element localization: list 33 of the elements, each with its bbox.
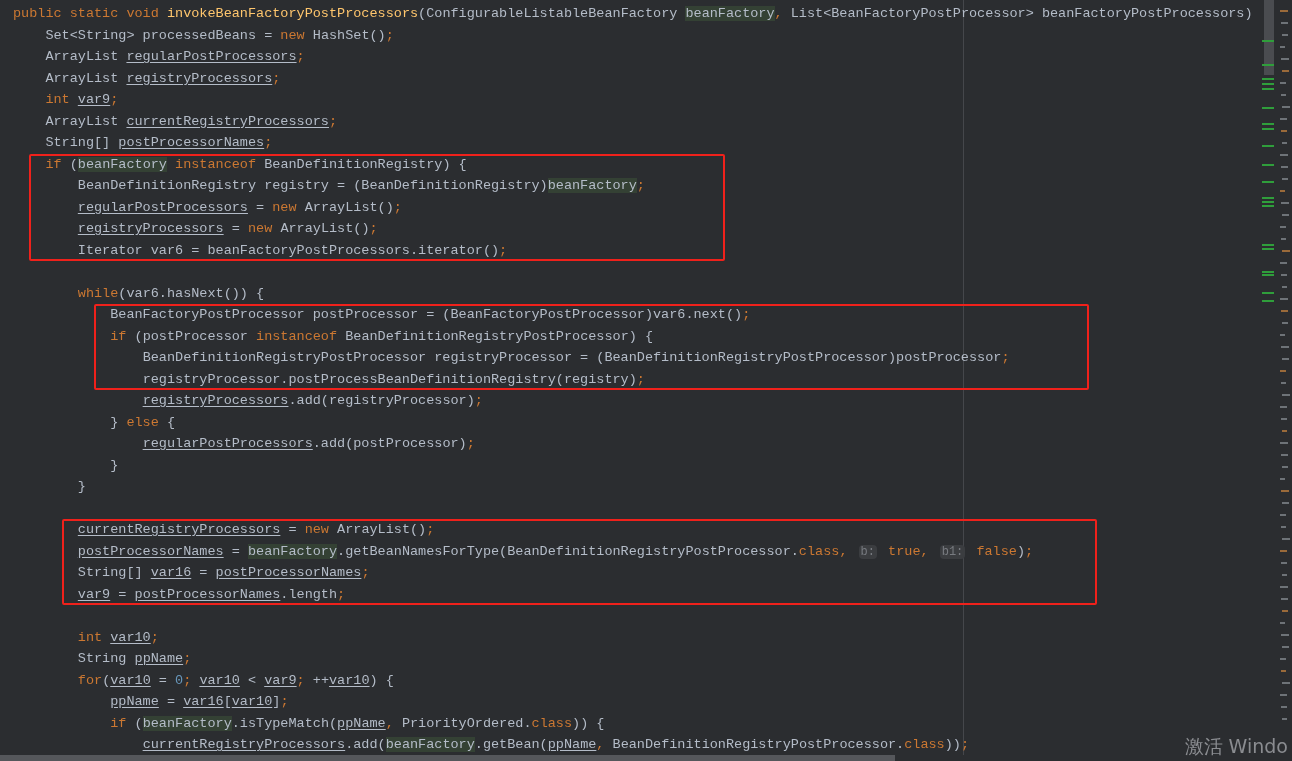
- code-line: for(var10 = 0; var10 < var9; ++var10) {: [76, 671, 394, 690]
- code-line: ArrayList registryProcessors;: [44, 69, 281, 88]
- code-line: regularPostProcessors.add(postProcessor);: [141, 435, 475, 453]
- code-line: while(var6.hasNext()) {: [76, 284, 265, 303]
- code-line: ArrayList regularPostProcessors;: [44, 48, 305, 66]
- code-line: registryProcessors = new ArrayList();: [76, 220, 378, 238]
- code-line: if (postProcessor instanceof BeanDefinitionRegistryPostProcessor) {: [109, 327, 654, 346]
- code-line: } else {: [109, 413, 176, 432]
- code-line: BeanDefinitionRegistryPostProcessor registryProcessor = (BeanDefinitionRegistryPostProcessor)postProcessor;: [141, 349, 1010, 367]
- code-line: ArrayList currentRegistryProcessors;: [44, 112, 338, 131]
- code-line: if (beanFactory.isTypeMatch(ppName, PriorityOrdered.class)) {: [109, 714, 605, 733]
- code-line: ppName = var16[var10];: [109, 693, 289, 711]
- code-line: int var9;: [44, 91, 119, 109]
- code-line: registryProcessors.add(registryProcessor);: [141, 392, 483, 410]
- code-line: String[] postProcessorNames;: [44, 134, 273, 152]
- code-line: if (beanFactory instanceof BeanDefinitionRegistry) {: [44, 155, 467, 174]
- code-line: currentRegistryProcessors.add(beanFactory.getBean(ppName, BeanDefinitionRegistryPostProcessor.class));: [141, 736, 970, 754]
- code-line: currentRegistryProcessors = new ArrayList();: [76, 521, 435, 539]
- code-line: String[] var16 = postProcessorNames;: [76, 564, 370, 582]
- code-line: postProcessorNames = beanFactory.getBeanNamesForType(BeanDefinitionRegistryPostProcessor.class, b: true, b1: false);: [76, 542, 1034, 561]
- code-line: int var10;: [76, 628, 159, 647]
- code-line: BeanFactoryPostProcessor postProcessor = (BeanFactoryPostProcessor)var6.next();: [109, 306, 751, 324]
- code-line: String ppName;: [76, 650, 192, 668]
- code-line: registryProcessor.postProcessBeanDefinitionRegistry(registry);: [141, 370, 645, 389]
- code-line: }: [76, 478, 86, 496]
- code-line: var9 = postProcessorNames.length;: [76, 585, 346, 604]
- code-line: public static void invokeBeanFactoryPostProcessors(ConfigurableListableBeanFactory beanFactory, List<BeanFactoryPostProcessor> beanFactoryPostProcessors): [13, 5, 1253, 23]
- code-line: Iterator var6 = beanFactoryPostProcessors.iterator();: [76, 241, 508, 260]
- code-line: BeanDefinitionRegistry registry = (BeanDefinitionRegistry)beanFactory;: [76, 177, 645, 195]
- code-line: }: [109, 456, 119, 475]
- code-line: Set<String> processedBeans = new HashSet();: [44, 26, 394, 45]
- activation-watermark: 激活 Windo: [1184, 735, 1288, 757]
- code-line: regularPostProcessors = new ArrayList();: [76, 198, 402, 217]
